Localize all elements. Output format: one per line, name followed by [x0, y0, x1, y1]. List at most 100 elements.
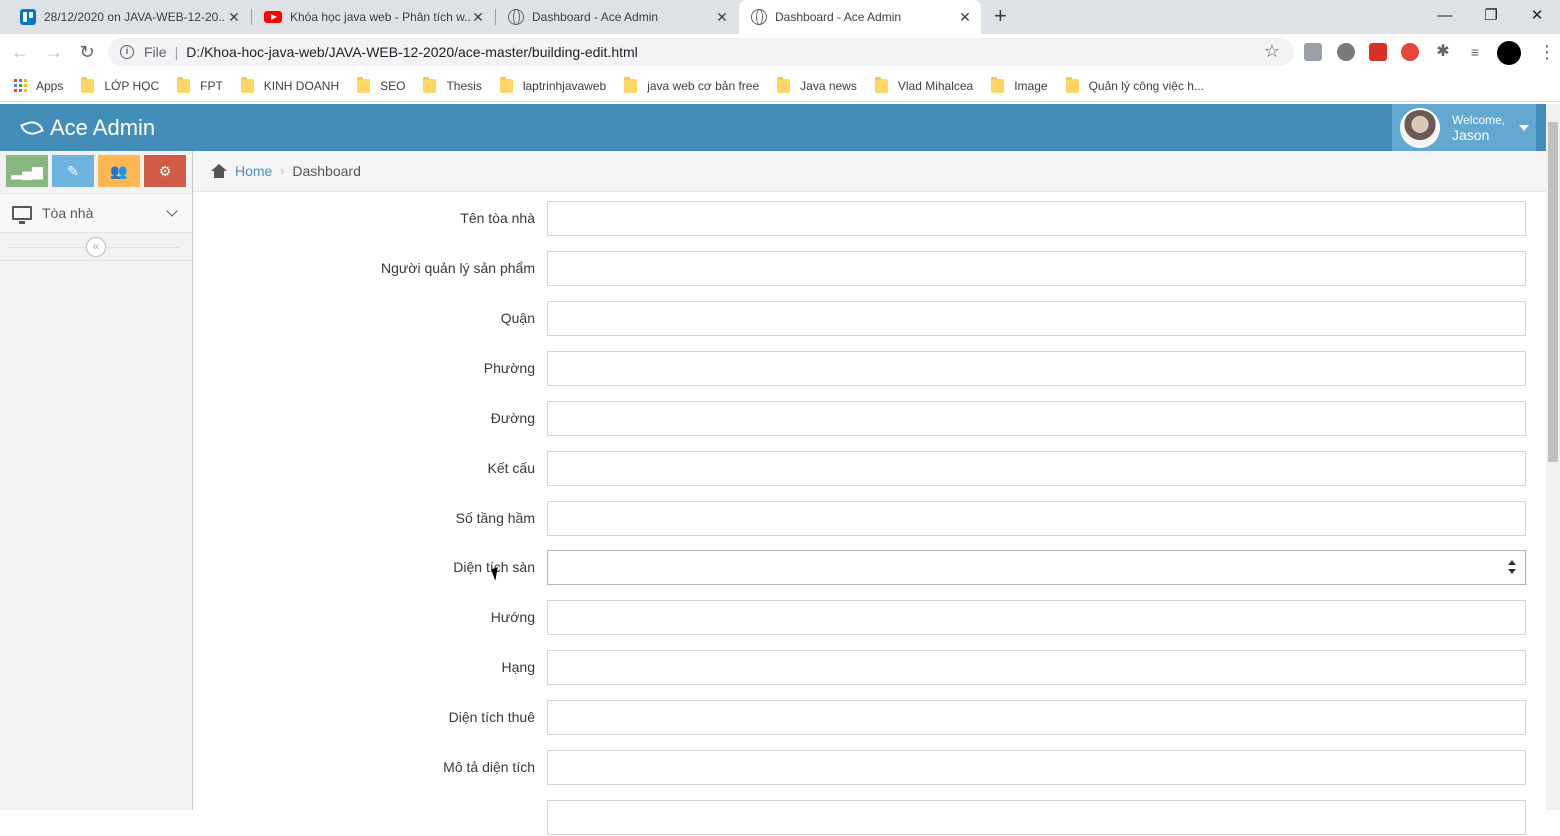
bookmark-folder[interactable]: FPT	[177, 76, 223, 93]
browser-tab[interactable]: Khóa học java web - Phân tích w... ✕	[252, 0, 494, 34]
bookmark-apps[interactable]: Apps	[14, 78, 63, 93]
field-label: Người quản lý sản phẩm	[381, 260, 535, 276]
sidebar-item-label: Tòa nhà	[42, 205, 94, 221]
forward-button[interactable]: →	[42, 40, 66, 64]
app-navbar: Ace Admin Welcome, Jason	[0, 104, 1546, 151]
reload-button[interactable]: ↻	[75, 40, 99, 64]
sidebar-item-toa-nha[interactable]: Tòa nhà	[0, 193, 192, 233]
address-url[interactable]: D:/Khoa-hoc-java-web/JAVA-WEB-12-2020/ac…	[186, 44, 638, 60]
tab-title: Dashboard - Ace Admin	[532, 10, 659, 24]
next-field-input[interactable]	[547, 800, 1526, 835]
close-icon[interactable]: ✕	[470, 9, 486, 26]
dien-tich-san-input[interactable]	[547, 550, 1526, 585]
sidebar-collapse-button[interactable]: «	[86, 237, 106, 257]
bookmark-folder[interactable]: Vlad Mihalcea	[874, 76, 974, 93]
field-label: Kết cấu	[487, 460, 535, 476]
field-label: Hướng	[490, 609, 535, 625]
mo-ta-dien-tich-input[interactable]	[547, 750, 1526, 785]
shortcut-pencil-button[interactable]: ✎	[52, 155, 94, 187]
address-separator: |	[174, 44, 179, 60]
dien-tich-thue-input[interactable]	[547, 700, 1526, 735]
bookmark-folder[interactable]: KINH DOANH	[240, 76, 340, 93]
pdf-extension-icon[interactable]	[1304, 43, 1322, 61]
folder-icon	[991, 76, 1005, 93]
back-button[interactable]: ←	[8, 40, 32, 64]
bookmark-label: Quản lý công việc h...	[1088, 78, 1204, 93]
bookmark-label: SEO	[380, 78, 406, 93]
browser-tab-bar: 28/12/2020 on JAVA-WEB-12-20... ✕ Khóa h…	[0, 0, 1560, 34]
caret-down-icon	[1519, 124, 1530, 131]
page-scrollbar[interactable]	[1546, 104, 1560, 810]
red-extension-icon[interactable]	[1369, 43, 1387, 61]
field-label: Hạng	[501, 659, 535, 675]
bookmark-label: Thesis	[446, 78, 482, 93]
folder-icon	[874, 76, 888, 93]
so-tang-ham-input[interactable]	[547, 501, 1526, 536]
signal-icon: ▂▄▆	[11, 162, 43, 179]
fox-extension-icon[interactable]	[1401, 43, 1419, 61]
user-name: Jason	[1452, 126, 1490, 143]
bookmark-folder[interactable]: Image	[991, 76, 1048, 93]
star-icon[interactable]: ☆	[1264, 41, 1280, 62]
form-row: Quận	[193, 301, 1546, 337]
info-icon[interactable]: i	[120, 45, 134, 59]
hang-input[interactable]	[547, 650, 1526, 685]
bookmark-folder[interactable]: Thesis	[423, 76, 482, 93]
bookmark-folder[interactable]: SEO	[357, 76, 406, 93]
profile-avatar[interactable]	[1497, 41, 1521, 65]
puzzle-icon[interactable]: ✱	[1434, 43, 1452, 61]
scrollbar-thumb[interactable]	[1548, 122, 1558, 462]
bookmark-folder[interactable]: java web cơ bản free	[624, 76, 759, 93]
duong-input[interactable]	[547, 401, 1526, 436]
bookmark-folder[interactable]: LỚP HỌC	[81, 76, 160, 93]
shortcut-users-button[interactable]: 👥	[98, 155, 140, 187]
media-queue-icon[interactable]: ≡	[1466, 43, 1484, 61]
huong-input[interactable]	[547, 600, 1526, 635]
brand-link[interactable]: Ace Admin	[20, 115, 155, 141]
minimize-button[interactable]: —	[1422, 0, 1468, 34]
close-icon[interactable]: ✕	[226, 9, 242, 26]
address-scheme: File	[144, 44, 167, 60]
shortcut-signal-button[interactable]: ▂▄▆	[6, 155, 48, 187]
bookmark-label: LỚP HỌC	[104, 78, 160, 93]
folder-icon	[177, 76, 191, 93]
restore-button[interactable]: ❐	[1468, 0, 1514, 34]
user-menu-toggle[interactable]: Welcome, Jason	[1392, 104, 1536, 151]
pencil-icon: ✎	[67, 162, 79, 179]
field-label: Diện tích thuê	[448, 709, 535, 725]
form-row: Số tầng hầm	[193, 501, 1546, 537]
browser-tab[interactable]: Dashboard - Ace Admin ✕	[496, 0, 738, 34]
nguoi-quan-ly-input[interactable]	[547, 251, 1526, 286]
ten-toa-nha-input[interactable]	[547, 201, 1526, 236]
bookmark-label: laptrinhjavaweb	[522, 78, 607, 93]
tab-title: Dashboard - Ace Admin	[775, 10, 902, 24]
close-icon[interactable]: ✕	[714, 9, 730, 26]
browser-tab[interactable]: 28/12/2020 on JAVA-WEB-12-20... ✕	[8, 0, 250, 34]
gear-extension-icon[interactable]	[1337, 43, 1355, 61]
address-bar[interactable]: i File | D:/Khoa-hoc-java-web/JAVA-WEB-1…	[108, 38, 1294, 66]
bookmark-label: KINH DOANH	[263, 78, 340, 93]
shortcut-cogs-button[interactable]: ⚙	[144, 155, 186, 187]
folder-icon	[624, 76, 638, 93]
folder-icon	[81, 76, 95, 93]
globe-icon	[508, 9, 524, 25]
bookmark-folder[interactable]: Quản lý công việc h...	[1065, 76, 1204, 93]
close-icon[interactable]: ✕	[957, 9, 973, 26]
sidebar-collapse-row: «	[0, 233, 192, 261]
breadcrumb-home-link[interactable]: Home	[235, 163, 272, 179]
bookmark-folder[interactable]: laptrinhjavaweb	[499, 76, 607, 93]
quan-input[interactable]	[547, 301, 1526, 336]
form-row: Người quản lý sản phẩm	[193, 251, 1546, 287]
new-tab-button[interactable]: +	[994, 5, 1007, 27]
browser-tab-active[interactable]: Dashboard - Ace Admin ✕	[739, 0, 981, 34]
tab-title: 28/12/2020 on JAVA-WEB-12-20...	[44, 10, 226, 24]
more-menu-icon[interactable]: ⋮	[1538, 40, 1556, 64]
number-spinner-icon[interactable]	[1508, 560, 1516, 576]
folder-icon	[423, 76, 437, 93]
bookmark-folder[interactable]: Java news	[777, 76, 857, 93]
close-window-button[interactable]: ✕	[1514, 0, 1560, 34]
bookmark-label: Vlad Mihalcea	[897, 78, 974, 93]
phuong-input[interactable]	[547, 351, 1526, 386]
ket-cau-input[interactable]	[547, 451, 1526, 486]
leaf-icon	[20, 118, 44, 138]
